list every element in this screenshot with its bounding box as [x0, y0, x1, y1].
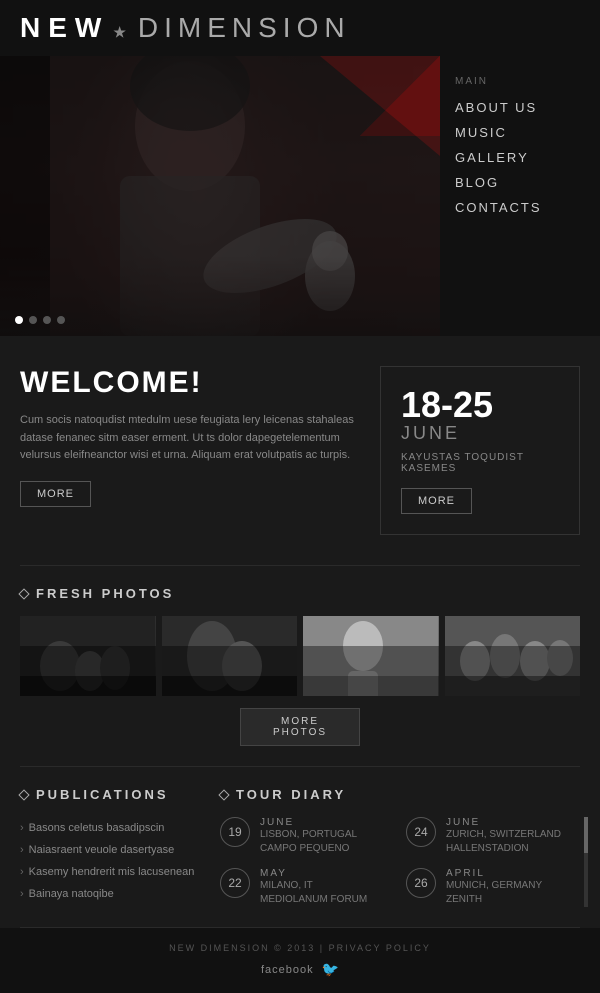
header: NEW★DIMENSION [0, 0, 600, 56]
tour-entry-1: 24 JUNE ZURICH, SWITZERLANDHALLENSTADION [406, 817, 580, 856]
tour-venue-1: ZURICH, SWITZERLANDHALLENSTADION [446, 828, 561, 856]
footer-text: NEW DIMENSION © 2013 | PRIVACY POLICY [20, 943, 580, 953]
nav-gallery[interactable]: GALLERY [455, 145, 585, 170]
tour-diary-section: TOUR DIARY 19 JUNE LISBON, PORTUGALCAMPO… [220, 787, 580, 907]
tour-scrollbar[interactable] [584, 817, 588, 907]
publications-section: PUBLICATIONS Basons celetus basadipscin … [20, 787, 220, 907]
logo: NEW★DIMENSION [20, 12, 351, 44]
tour-info-3: APRIL MUNICH, GERMANYZENITH [446, 868, 542, 907]
photo-thumb-3[interactable] [303, 616, 439, 696]
nav-about-us[interactable]: ABOUT US [455, 95, 585, 120]
tour-month-0: JUNE [260, 817, 357, 828]
photo-thumb-4[interactable] [445, 616, 581, 696]
pub-item-4[interactable]: Bainaya natoqibe [20, 883, 200, 905]
fresh-photos-section: FRESH PHOTOS [0, 566, 600, 766]
hero-section: MAIN ABOUT US MUSIC GALLERY BLOG CONTACT… [0, 56, 600, 336]
photo-thumb-1[interactable] [20, 616, 156, 696]
photos-grid [20, 616, 580, 696]
nav-contacts[interactable]: CONTACTS [455, 195, 585, 220]
welcome-more-button[interactable]: MORE [20, 481, 91, 507]
welcome-section: WELCOME! Cum socis natoqudist mtedulm ue… [20, 366, 380, 535]
tour-info-1: JUNE ZURICH, SWITZERLANDHALLENSTADION [446, 817, 561, 856]
hero-dot-1[interactable] [15, 316, 23, 324]
hero-dots [15, 316, 65, 324]
hero-image [0, 56, 440, 336]
logo-bold: NEW [20, 12, 109, 43]
main-nav: MAIN ABOUT US MUSIC GALLERY BLOG CONTACT… [440, 56, 600, 336]
tour-info-2: MAY MILANO, ITMEDIOLANUM FORUM [260, 868, 367, 907]
tour-month-3: APRIL [446, 868, 542, 879]
logo-star: ★ [113, 24, 134, 40]
tour-month-2: MAY [260, 868, 367, 879]
pub-item-1[interactable]: Basons celetus basadipscin [20, 817, 200, 839]
tour-day-0: 19 [220, 817, 250, 847]
fresh-photos-title: FRESH PHOTOS [20, 586, 580, 601]
photo-thumb-2[interactable] [162, 616, 298, 696]
welcome-title: WELCOME! [20, 366, 360, 400]
facebook-link[interactable]: facebook [261, 964, 314, 976]
tour-venue-2: MILANO, ITMEDIOLANUM FORUM [260, 879, 367, 907]
welcome-text: Cum socis natoqudist mtedulm uese feugia… [20, 412, 360, 465]
tour-entry-3: 26 APRIL MUNICH, GERMANYZENITH [406, 868, 580, 907]
hero-dot-2[interactable] [29, 316, 37, 324]
tour-day-1: 24 [406, 817, 436, 847]
tour-scrollbar-thumb [584, 817, 588, 853]
twitter-icon[interactable]: 🐦 [322, 961, 339, 978]
tour-grid: 19 JUNE LISBON, PORTUGALCAMPO PEQUENO 24… [220, 817, 580, 907]
tour-month-1: JUNE [446, 817, 561, 828]
event-more-button[interactable]: MORE [401, 488, 472, 514]
event-section: 18-25 JUNE KAYUSTAS TOQUDIST KASEMES MOR… [380, 366, 580, 535]
photo-svg-2 [162, 616, 298, 696]
footer: NEW DIMENSION © 2013 | PRIVACY POLICY fa… [0, 928, 600, 993]
publications-title: PUBLICATIONS [20, 787, 200, 802]
photo-svg-4 [445, 616, 581, 696]
event-date: 18-25 [401, 387, 559, 423]
content-row: WELCOME! Cum socis natoqudist mtedulm ue… [0, 336, 600, 565]
nav-main-label: MAIN [455, 76, 585, 87]
tour-venue-3: MUNICH, GERMANYZENITH [446, 879, 542, 907]
hero-dot-4[interactable] [57, 316, 65, 324]
logo-light: DIMENSION [138, 12, 351, 43]
tour-venue-0: LISBON, PORTUGALCAMPO PEQUENO [260, 828, 357, 856]
hero-dot-3[interactable] [43, 316, 51, 324]
tour-diary-title: TOUR DIARY [220, 787, 580, 802]
bottom-row: PUBLICATIONS Basons celetus basadipscin … [0, 767, 600, 927]
tour-info-0: JUNE LISBON, PORTUGALCAMPO PEQUENO [260, 817, 357, 856]
tour-entry-0: 19 JUNE LISBON, PORTUGALCAMPO PEQUENO [220, 817, 394, 856]
hero-svg [0, 56, 440, 336]
pub-item-2[interactable]: Naiasraent veuole dasertyase [20, 839, 200, 861]
nav-music[interactable]: MUSIC [455, 120, 585, 145]
tour-wrapper: 19 JUNE LISBON, PORTUGALCAMPO PEQUENO 24… [220, 817, 580, 907]
event-name: KAYUSTAS TOQUDIST KASEMES [401, 452, 559, 474]
tour-entry-2: 22 MAY MILANO, ITMEDIOLANUM FORUM [220, 868, 394, 907]
more-photos-button[interactable]: MORE PHOTOS [240, 708, 360, 746]
footer-social: facebook 🐦 [20, 961, 580, 978]
tour-day-3: 26 [406, 868, 436, 898]
photo-svg-3 [303, 616, 439, 696]
event-month: JUNE [401, 423, 559, 444]
tour-day-2: 22 [220, 868, 250, 898]
nav-blog[interactable]: BLOG [455, 170, 585, 195]
pub-item-3[interactable]: Kasemy hendrerit mis lacusenean [20, 861, 200, 883]
photo-svg-1 [20, 616, 156, 696]
